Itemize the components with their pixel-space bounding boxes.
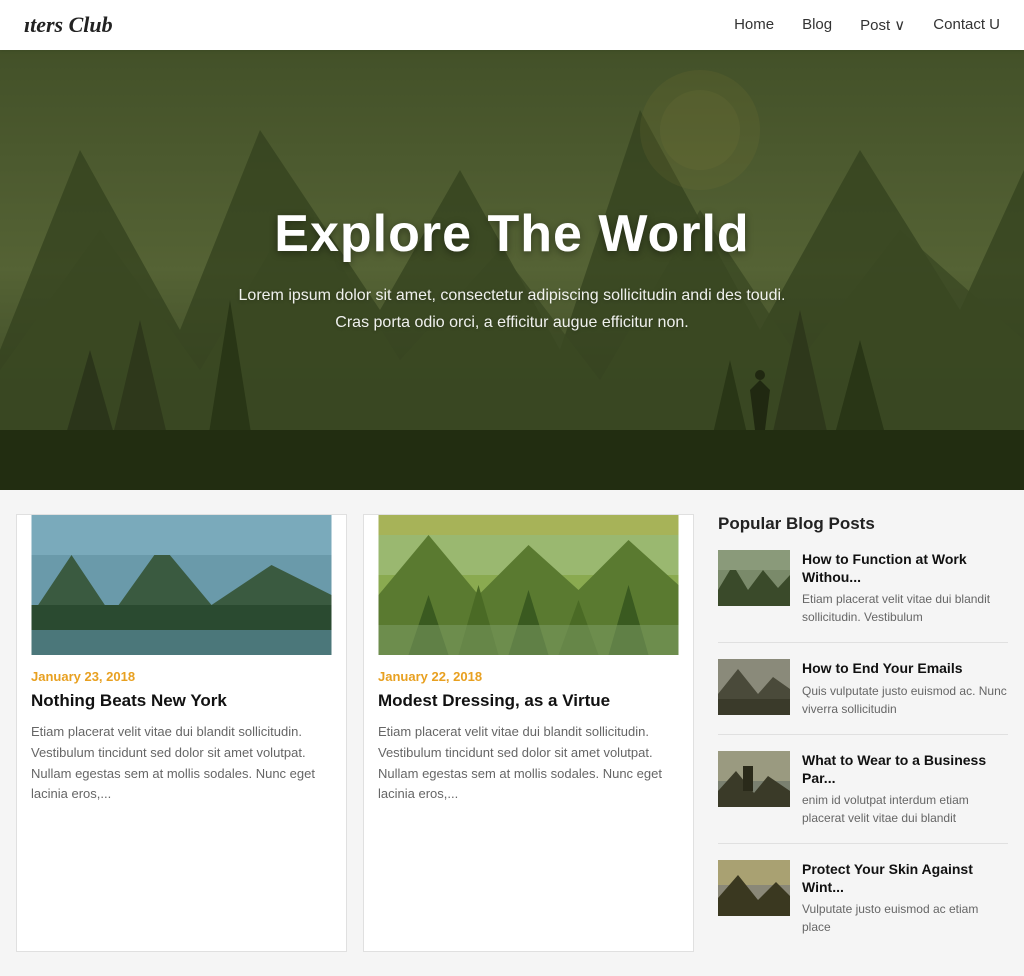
hero-title: Explore The World [239,204,786,264]
main-content: January 23, 2018 Nothing Beats New York … [0,490,1024,976]
popular-post-1-title[interactable]: How to Function at Work Withou... [802,550,1008,586]
nav-links: Home Blog Post ∨ Contact U [734,16,1000,35]
hero-section: Explore The World Lorem ipsum dolor sit … [0,50,1024,490]
popular-post-2: How to End Your Emails Quis vulputate ju… [718,659,1008,717]
blog-card-2-date: January 22, 2018 [378,669,679,684]
blog-card-1: January 23, 2018 Nothing Beats New York … [16,514,347,952]
navbar: ıters Club Home Blog Post ∨ Contact U [0,0,1024,50]
popular-post-2-excerpt: Quis vulputate justo euismod ac. Nunc vi… [802,682,1008,718]
sidebar: Popular Blog Posts How to Function at Wo… [718,514,1008,952]
popular-post-4: Protect Your Skin Against Wint... Vulput… [718,860,1008,936]
blog-card-2-image [364,515,693,655]
popular-post-4-title[interactable]: Protect Your Skin Against Wint... [802,860,1008,896]
popular-post-4-image [718,860,790,916]
blog-card-1-title[interactable]: Nothing Beats New York [31,690,332,712]
popular-post-3-image [718,751,790,807]
popular-post-1-image [718,550,790,606]
hero-content: Explore The World Lorem ipsum dolor sit … [199,204,826,336]
popular-post-1: How to Function at Work Withou... Etiam … [718,550,1008,626]
popular-post-1-text: How to Function at Work Withou... Etiam … [802,550,1008,626]
popular-post-4-text: Protect Your Skin Against Wint... Vulput… [802,860,1008,936]
divider-3 [718,843,1008,844]
nav-contact[interactable]: Contact U [933,16,1000,33]
blog-card-2-excerpt: Etiam placerat velit vitae dui blandit s… [378,722,679,805]
nav-home[interactable]: Home [734,16,774,33]
divider-1 [718,642,1008,643]
blog-card-1-body: January 23, 2018 Nothing Beats New York … [17,655,346,819]
nav-blog[interactable]: Blog [802,16,832,33]
blog-posts-grid: January 23, 2018 Nothing Beats New York … [16,514,694,952]
blog-card-1-excerpt: Etiam placerat velit vitae dui blandit s… [31,722,332,805]
popular-post-3: What to Wear to a Business Par... enim i… [718,751,1008,827]
site-logo: ıters Club [24,12,113,38]
blog-card-1-date: January 23, 2018 [31,669,332,684]
divider-2 [718,734,1008,735]
blog-card-2: January 22, 2018 Modest Dressing, as a V… [363,514,694,952]
popular-post-2-image [718,659,790,715]
popular-post-3-text: What to Wear to a Business Par... enim i… [802,751,1008,827]
sidebar-title: Popular Blog Posts [718,514,1008,534]
popular-post-3-excerpt: enim id volutpat interdum etiam placerat… [802,791,1008,827]
popular-post-4-excerpt: Vulputate justo euismod ac etiam place [802,900,1008,936]
popular-post-2-text: How to End Your Emails Quis vulputate ju… [802,659,1008,717]
hero-subtitle: Lorem ipsum dolor sit amet, consectetur … [239,282,786,336]
popular-post-1-excerpt: Etiam placerat velit vitae dui blandit s… [802,590,1008,626]
blog-card-2-body: January 22, 2018 Modest Dressing, as a V… [364,655,693,819]
popular-post-2-title[interactable]: How to End Your Emails [802,659,1008,677]
blog-card-1-image [17,515,346,655]
blog-card-2-title[interactable]: Modest Dressing, as a Virtue [378,690,679,712]
popular-post-3-title[interactable]: What to Wear to a Business Par... [802,751,1008,787]
nav-post[interactable]: Post ∨ [860,17,905,34]
